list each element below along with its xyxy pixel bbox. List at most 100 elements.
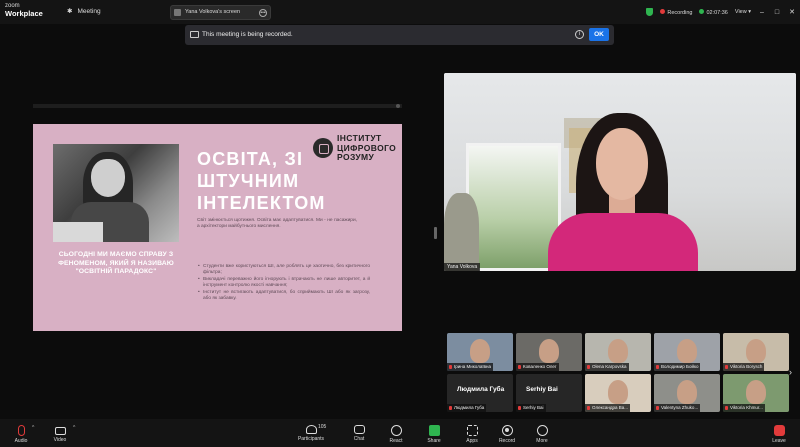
video-options-chevron-icon[interactable]: ^ (73, 425, 75, 431)
speaker-face (596, 128, 648, 200)
photo-face (91, 159, 125, 197)
participant-name-label: Олександра Ва... (585, 404, 630, 412)
mic-muted-icon (587, 406, 590, 410)
participant-name-label: Serhiy Bai (516, 404, 546, 412)
meeting-timer: 02:07:36 (699, 8, 728, 16)
institute-logo-icon (313, 138, 333, 158)
slide-bullet: Інститут не встигають адаптуватися, бо с… (198, 290, 370, 302)
participant-figure (746, 339, 766, 363)
react-button[interactable]: React (379, 425, 413, 444)
slide-paragraph: Світ змінюється щотижня. Освіта має адап… (197, 218, 357, 229)
speaker-jacket (548, 213, 698, 271)
participant-name-text: Serhiy Bai (523, 405, 544, 410)
zoom-window: zoom Workplace ✱ Meeting Yana Volkova's … (0, 0, 800, 447)
slide-quote: СЬОГОДНІ МИ МАЄМО СПРАВУ З ФЕНОМЕНОМ, ЯК… (58, 251, 174, 275)
share-label: Share (427, 438, 441, 444)
leave-icon (773, 425, 785, 436)
more-icon (536, 425, 548, 436)
split-resize-handle[interactable] (434, 227, 437, 239)
timer-text: 02:07:36 (706, 9, 728, 16)
participant-name-text: Viktoria Khmur... (730, 405, 763, 410)
participant-tile[interactable]: Ірина Миколаївна (447, 333, 513, 371)
participant-name-label: Viktoria Borysch (723, 363, 765, 371)
participant-tile[interactable]: Людмила Губа Людмила Губа (447, 374, 513, 412)
participant-name-label: Володимир Бойко (654, 363, 701, 371)
more-button[interactable]: More (525, 425, 559, 444)
participant-name-label: Viktoria Khmur... (723, 404, 765, 412)
participant-tile[interactable]: Коваленко Олег (516, 333, 582, 371)
recording-message: This meeting is being recorded. (202, 31, 293, 38)
recording-label: Recording (667, 9, 693, 16)
share-button[interactable]: Share (417, 425, 451, 444)
apps-button[interactable]: Apps (455, 425, 489, 444)
meeting-icon: ✱ (67, 8, 73, 15)
timer-dot-icon (699, 8, 705, 14)
bottom-toolbar: Audio ^ Video ^ Participants 105 Chat Re… (0, 419, 800, 447)
meeting-label: Meeting (77, 7, 101, 15)
mic-muted-icon (656, 406, 659, 410)
react-label: React (389, 438, 403, 444)
screen-share-pill[interactable]: Yana Volkova's screen ••• (170, 5, 271, 20)
mic-muted-icon (587, 365, 590, 369)
participant-tile[interactable]: Valentyna Zhuko... (654, 374, 720, 412)
participant-name-label: Коваленко Олег (516, 363, 559, 371)
shield-icon[interactable] (646, 8, 654, 16)
institute-name: ІНСТИТУТ ЦИФРОВОГО РОЗУМУ (337, 133, 396, 163)
speaker-name-label: Yana Volkova (444, 263, 481, 271)
audio-options-chevron-icon[interactable]: ^ (32, 425, 34, 431)
participant-name-text: Людмила Губа (454, 405, 485, 410)
participant-tile[interactable]: Viktoria Khmur... (723, 374, 789, 412)
record-button[interactable]: Record (490, 425, 524, 444)
participant-tile[interactable]: Olena Karpovska (585, 333, 651, 371)
chat-icon (353, 425, 365, 434)
chat-button[interactable]: Chat (342, 425, 376, 442)
participant-tile[interactable]: Viktoria Borysch (723, 333, 789, 371)
info-icon[interactable]: i (575, 30, 584, 39)
slide-title-line2: ШТУЧНИМ (197, 171, 300, 191)
maximize-icon[interactable]: □ (773, 9, 781, 16)
record-icon (501, 425, 513, 436)
apps-label: Apps (466, 438, 478, 444)
institute-line3: РОЗУМУ (337, 152, 375, 162)
participants-icon (305, 425, 317, 434)
minimize-icon[interactable]: – (758, 9, 766, 16)
gallery-next-page-icon[interactable]: › (789, 367, 792, 377)
slide-bullets: Студенти вже користуються ШІ, але роблят… (198, 264, 370, 303)
participant-name-label: Ірина Миколаївна (447, 363, 493, 371)
leave-button[interactable]: Leave (762, 425, 796, 444)
mic-muted-icon (518, 365, 521, 369)
more-label: More (536, 438, 548, 444)
mic-muted-icon (17, 425, 25, 436)
slide-bullet: Студенти вже користуються ШІ, але роблят… (198, 264, 370, 276)
more-options-icon[interactable]: ••• (259, 9, 267, 17)
participant-tile[interactable]: Олександра Ва... (585, 374, 651, 412)
recording-indicator[interactable]: Recording (660, 8, 693, 16)
photo-laptop (53, 222, 103, 242)
mic-muted-icon (518, 406, 521, 410)
speaker-video[interactable]: Yana Volkova (444, 73, 796, 271)
meeting-menu-button[interactable]: ✱ Meeting (67, 7, 101, 16)
participant-figure (608, 339, 628, 363)
recording-camera-icon (190, 31, 199, 38)
video-label: Video (53, 437, 67, 443)
title-bar: zoom Workplace ✱ Meeting Yana Volkova's … (0, 0, 800, 24)
video-button[interactable]: Video (43, 425, 77, 443)
participant-figure (746, 380, 766, 404)
shared-slide: СЬОГОДНІ МИ МАЄМО СПРАВУ З ФЕНОМЕНОМ, ЯК… (33, 124, 402, 331)
participant-gallery: Ірина Миколаївна Коваленко Олег Olena Karp… (447, 333, 789, 412)
participant-tile[interactable]: Serhiy Bai Serhiy Bai (516, 374, 582, 412)
apps-icon (466, 425, 478, 436)
slide-photo (53, 144, 179, 242)
view-label: View (734, 9, 747, 15)
close-icon[interactable]: ✕ (788, 8, 796, 16)
leave-label: Leave (772, 438, 786, 444)
banner-ok-button[interactable]: OK (589, 28, 609, 41)
chat-label: Chat (353, 436, 365, 442)
participant-name-text: Olena Karpovska (592, 364, 627, 369)
view-button[interactable]: View ▾ (735, 9, 751, 15)
share-handle-icon[interactable] (396, 104, 400, 108)
participant-tile[interactable]: Володимир Бойко (654, 333, 720, 371)
share-screen-icon (428, 425, 440, 436)
participant-name-text: Ірина Миколаївна (454, 364, 491, 369)
slide-title-line3: ІНТЕЛЕКТОМ (197, 193, 326, 213)
